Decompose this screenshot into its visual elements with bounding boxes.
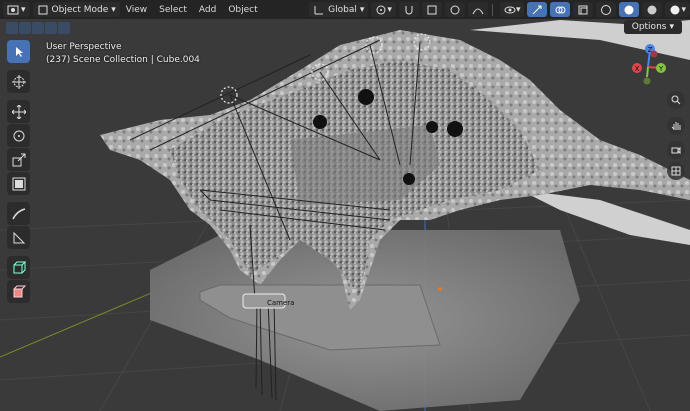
transform-icon	[12, 177, 25, 190]
pivot-icon	[376, 5, 386, 14]
select-new-icon[interactable]	[6, 22, 18, 34]
overlays-icon	[555, 6, 566, 13]
shading-material[interactable]	[642, 2, 663, 17]
menu-select[interactable]: Select	[153, 5, 193, 15]
proportional-edit-button[interactable]	[444, 2, 465, 17]
mode-selector[interactable]: Object Mode ▾	[32, 2, 120, 17]
pivot-point-button[interactable]: ▾	[371, 2, 396, 17]
select-intersect-icon[interactable]	[58, 22, 70, 34]
camera-label: Camera	[267, 299, 294, 307]
wireframe-sphere-icon	[601, 4, 612, 15]
camera-icon	[671, 146, 681, 155]
add-cube-tool[interactable]	[7, 256, 30, 279]
overlays-toggle[interactable]	[550, 2, 571, 17]
falloff-curve-icon	[472, 8, 484, 14]
gizmo-toggle[interactable]	[527, 2, 548, 17]
navigation-gizmo[interactable]: Z Y X	[626, 40, 676, 90]
chevron-down-icon: ▾	[111, 4, 116, 15]
select-mode-row	[6, 22, 70, 34]
move-icon	[11, 104, 26, 119]
snap-toggle[interactable]	[398, 2, 419, 17]
select-extend-icon[interactable]	[19, 22, 31, 34]
material-sphere-icon	[647, 5, 657, 14]
solid-sphere-icon	[624, 5, 634, 14]
neg-x-handle[interactable]	[650, 50, 658, 58]
proportional-edit-icon	[450, 5, 460, 14]
mode-label: Object Mode	[51, 4, 109, 15]
rendered-sphere-icon	[670, 5, 680, 14]
transform-orientation-selector[interactable]: Global ▾	[309, 2, 369, 17]
menu-object[interactable]: Object	[222, 5, 263, 15]
grid-icon	[427, 5, 437, 14]
orientation-label: Global	[328, 4, 357, 15]
cursor-tool[interactable]	[7, 70, 30, 93]
add-object-icon	[13, 285, 26, 297]
options-label: Options	[631, 22, 667, 32]
zoom-icon	[671, 95, 681, 105]
scale-icon	[12, 153, 25, 166]
x-axis-label: X	[635, 65, 640, 73]
add-object-tool[interactable]	[7, 280, 30, 303]
rotate-tool[interactable]	[7, 124, 30, 147]
shading-rendered[interactable]: ▾	[665, 2, 690, 17]
grid-view-icon	[671, 166, 681, 176]
cursor-icon	[11, 74, 26, 89]
perspective-toggle[interactable]	[667, 162, 685, 180]
eye-icon	[504, 6, 516, 13]
menu-view[interactable]: View	[120, 5, 153, 15]
shading-solid[interactable]	[619, 2, 640, 17]
gizmo-icon	[533, 5, 542, 14]
3d-viewport[interactable]: Camera ▾ Object Mode ▾ View Select Add O…	[0, 0, 690, 411]
y-axis-label: Y	[658, 65, 664, 73]
select-subtract-icon[interactable]	[32, 22, 44, 34]
neg-y-handle[interactable]	[643, 77, 651, 85]
view-name: User Perspective	[46, 42, 122, 52]
annotate-tool[interactable]	[7, 202, 30, 225]
snap-icon	[405, 5, 413, 14]
move-tool[interactable]	[7, 100, 30, 123]
local-view-button[interactable]	[667, 91, 685, 109]
collection-info: (237) Scene Collection | Cube.004	[46, 55, 200, 65]
scale-tool[interactable]	[7, 148, 30, 171]
shading-wireframe[interactable]	[596, 2, 617, 17]
measure-tool[interactable]	[7, 226, 30, 249]
viewport-icon	[7, 5, 19, 14]
tool-shelf	[7, 40, 32, 304]
camera-view-button[interactable]	[667, 141, 685, 159]
viewport-header: ▾ Object Mode ▾ View Select Add Object G…	[0, 0, 690, 19]
annotate-icon	[11, 207, 25, 219]
hand-icon	[671, 122, 681, 130]
object-mode-icon	[38, 5, 48, 14]
orientation-icon	[314, 5, 324, 14]
snap-target-button[interactable]	[421, 2, 442, 17]
rotate-icon	[13, 130, 24, 141]
editor-type-button[interactable]: ▾	[3, 2, 30, 17]
chevron-down-icon: ▾	[669, 22, 674, 32]
transform-tool[interactable]	[7, 172, 30, 195]
select-box-icon	[15, 46, 23, 57]
xray-icon	[578, 5, 588, 14]
select-invert-icon[interactable]	[45, 22, 57, 34]
visibility-button[interactable]: ▾	[499, 2, 525, 17]
chevron-down-icon: ▾	[359, 4, 365, 15]
select-box-tool[interactable]	[7, 40, 30, 63]
xray-toggle[interactable]	[573, 2, 594, 17]
options-button[interactable]: Options ▾	[623, 20, 682, 34]
add-cube-icon	[13, 261, 26, 273]
measure-icon	[13, 231, 25, 243]
menu-add[interactable]: Add	[193, 5, 222, 15]
pan-button[interactable]	[667, 117, 685, 135]
falloff-button[interactable]	[467, 2, 488, 17]
